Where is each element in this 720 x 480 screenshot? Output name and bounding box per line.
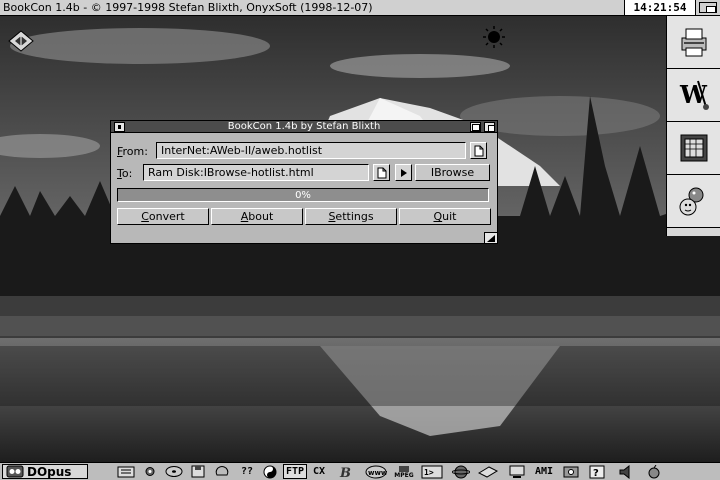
browser-cycle-button[interactable] [395,164,412,181]
mpeg-icon[interactable]: MPEG [392,464,416,479]
bookcon-window[interactable]: BookCon 1.4b by Stefan Blixth From: Inte… [110,120,498,244]
browser-label: IBrowse [430,166,475,179]
frame-icon[interactable] [667,122,720,175]
depth-gadget[interactable] [484,122,495,132]
right-dock: W [666,16,720,236]
apple-icon[interactable] [644,464,664,479]
to-value: Ram Disk:IBrowse-hotlist.html [148,166,314,179]
dopus-button[interactable]: DOpus [2,464,88,479]
ftp-button[interactable]: FTP [283,464,307,479]
yin-yang-icon[interactable] [260,464,280,479]
paper-icon[interactable] [476,464,500,479]
tools-icon[interactable] [140,464,160,479]
svg-text:www: www [368,469,387,477]
from-file-button[interactable] [470,142,487,159]
cx-button[interactable]: CX [309,464,329,479]
screen-title-bar[interactable]: BookCon 1.4b - © 1997-1998 Stefan Blixth… [0,0,720,16]
convert-button[interactable]: Convert [117,208,209,225]
quit-button[interactable]: Quit [399,208,491,225]
cycle-arrow-icon [400,168,407,177]
from-label: From: [117,145,148,158]
browser-select-button[interactable]: IBrowse [415,164,490,181]
chip-icon[interactable] [6,26,36,54]
from-field[interactable]: InterNet:AWeb-II/aweb.hotlist [156,142,466,159]
progress-bar: 0% [117,188,489,202]
drawer-icon[interactable] [116,464,136,479]
help-book-icon[interactable]: ? [586,464,608,479]
brain-icon[interactable] [212,464,232,479]
disk-icon[interactable] [164,464,184,479]
from-value: InterNet:AWeb-II/aweb.hotlist [161,144,323,157]
taskbar: DOpus ?? FTP CX B www MPEG 1> AMI ? [0,462,720,480]
file-icon [474,145,483,156]
clock: 14:21:54 [624,0,696,15]
monitor-icon[interactable] [506,464,528,479]
help-icon[interactable]: ?? [236,464,258,479]
file-icon [377,167,386,178]
printer-icon[interactable] [667,16,720,69]
svg-text:?: ? [593,468,599,479]
screen-depth-gadget[interactable] [699,2,717,13]
about-button[interactable]: About [211,208,303,225]
planet-icon[interactable] [450,464,472,479]
to-label: To: [117,167,133,180]
zoom-gadget[interactable] [470,122,481,132]
dopus-logo-icon [6,465,24,478]
dopus-b-icon[interactable]: B [336,464,360,479]
size-gadget[interactable] [484,232,497,243]
progress-text: 0% [295,189,311,201]
www-icon[interactable]: www [364,464,388,479]
ami-icon[interactable]: AMI [532,464,556,479]
to-file-button[interactable] [373,164,390,181]
svg-text:W: W [679,80,708,109]
svg-text:B: B [339,466,351,479]
globe-person-icon[interactable] [667,175,720,228]
save-icon[interactable] [188,464,208,479]
window-title-bar[interactable]: BookCon 1.4b by Stefan Blixth [111,121,497,133]
speaker-icon[interactable] [616,464,636,479]
settings-button[interactable]: Settings [305,208,397,225]
sun-icon [480,24,508,50]
svg-text:1>: 1> [424,468,434,477]
wordworth-icon[interactable]: W [667,69,720,122]
window-title: BookCon 1.4b by Stefan Blixth [227,121,381,132]
shell-icon[interactable]: 1> [420,464,444,479]
dopus-label: DOpus [27,464,72,479]
cpu-icon[interactable] [560,464,582,479]
screen-title: BookCon 1.4b - © 1997-1998 Stefan Blixth… [3,1,373,14]
close-gadget[interactable] [114,122,125,132]
to-field[interactable]: Ram Disk:IBrowse-hotlist.html [143,164,369,181]
